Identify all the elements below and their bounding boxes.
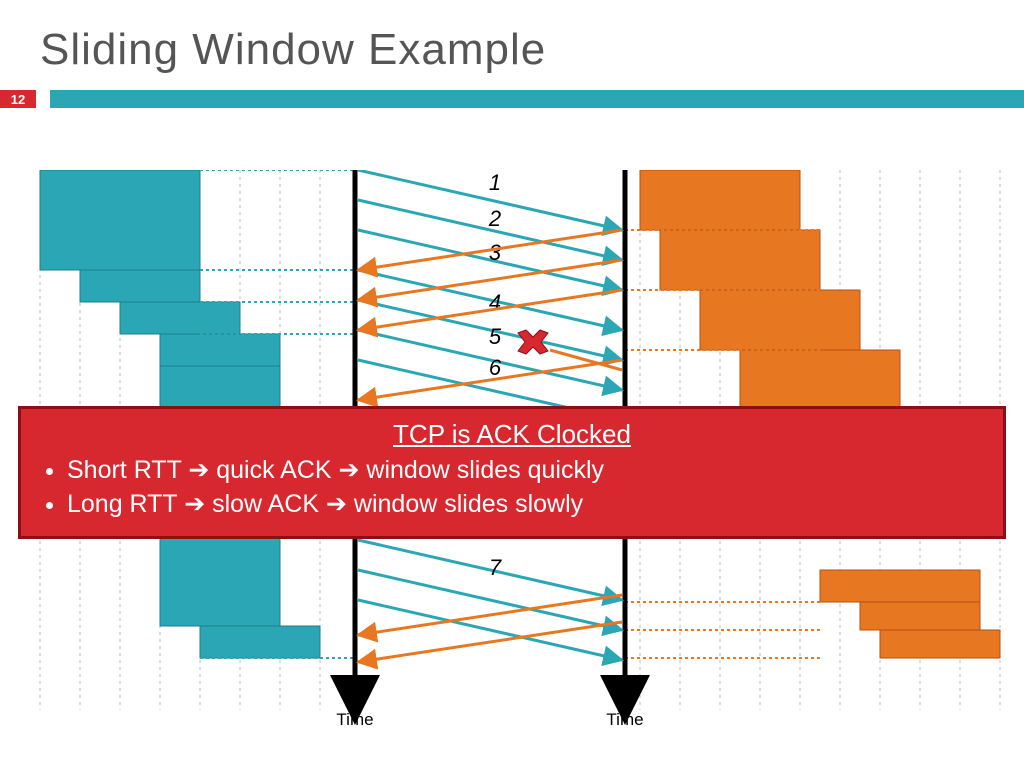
callout-list: Short RTT ➔ quick ACK ➔ window slides qu…	[37, 454, 987, 522]
packet-label: 1	[489, 170, 501, 195]
accent-row: 12	[0, 90, 1024, 108]
axis-label: Time	[606, 710, 643, 729]
callout-box: TCP is ACK Clocked Short RTT ➔ quick ACK…	[18, 406, 1006, 539]
sender-window	[40, 170, 200, 270]
receiver-window	[660, 230, 820, 290]
callout-bullet: Long RTT ➔ slow ACK ➔ window slides slow…	[67, 488, 987, 522]
packet-label: 5	[489, 324, 502, 349]
sender-window	[160, 334, 280, 366]
packet-label: 6	[489, 355, 502, 380]
sender-window	[120, 302, 240, 334]
axis-label: Time	[336, 710, 373, 729]
receiver-window	[880, 630, 1000, 658]
packet-label: 2	[488, 206, 501, 231]
receiver-window	[640, 170, 800, 230]
receiver-window	[820, 570, 980, 602]
sender-window	[80, 270, 200, 302]
callout-title: TCP is ACK Clocked	[37, 419, 987, 450]
packet-label: 3	[489, 240, 502, 265]
receiver-window	[860, 602, 980, 630]
receiver-window	[700, 290, 860, 350]
callout-bullet: Short RTT ➔ quick ACK ➔ window slides qu…	[67, 454, 987, 488]
accent-bar	[50, 90, 1024, 108]
receiver-window	[740, 350, 900, 410]
sender-window	[200, 626, 320, 658]
packet-label: 7	[489, 555, 502, 580]
page-number-badge: 12	[0, 90, 36, 108]
slide-title: Sliding Window Example	[0, 0, 1024, 90]
